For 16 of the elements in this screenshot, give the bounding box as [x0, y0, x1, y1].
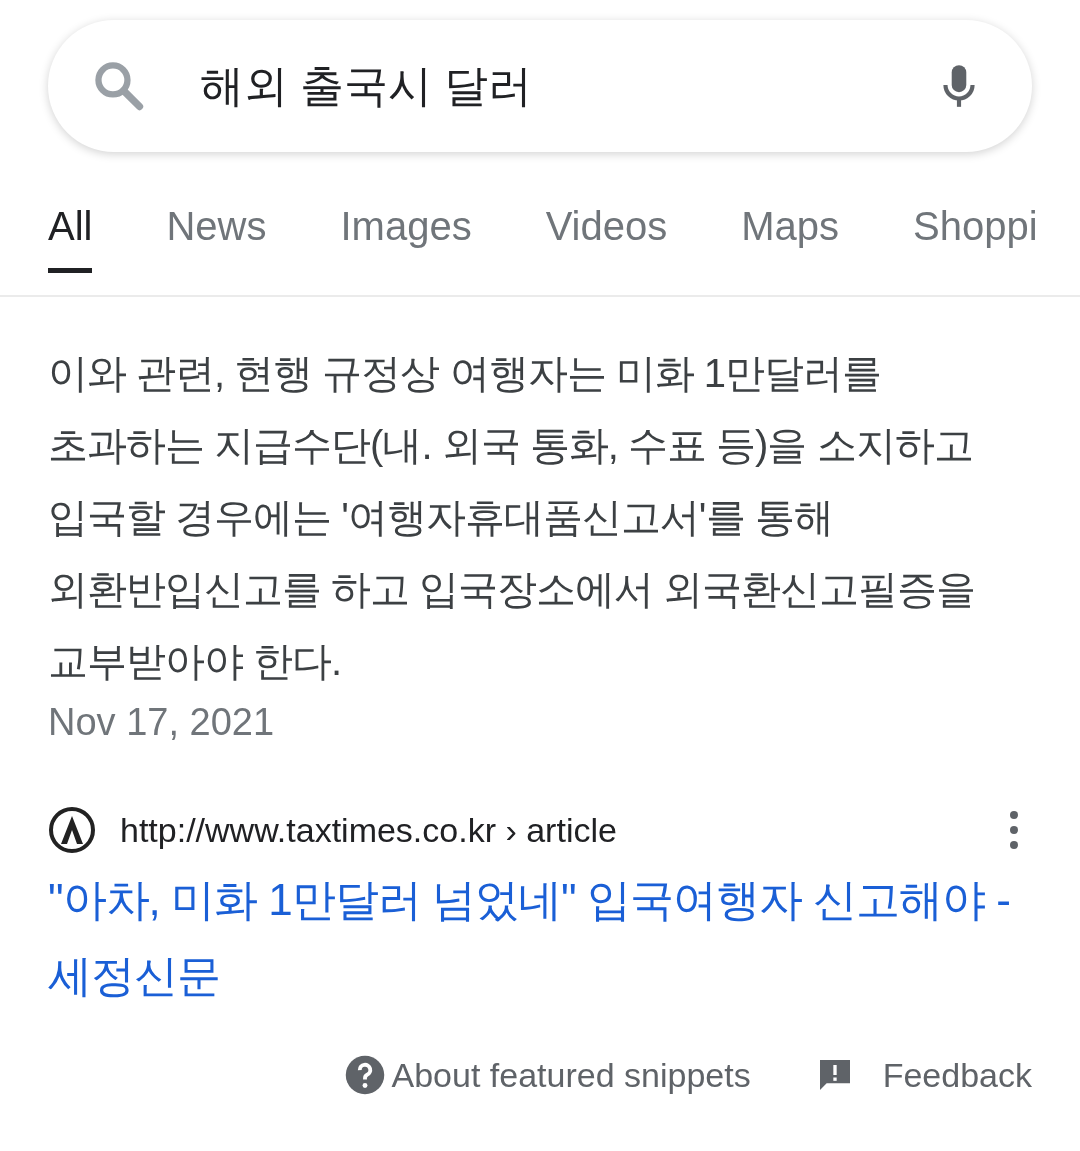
tab[interactable]: Images	[340, 152, 472, 273]
snippet-date: Nov 17, 2021	[48, 701, 276, 744]
about-snippets-link[interactable]: About featured snippets	[391, 1055, 751, 1095]
tab[interactable]: Shoppi	[913, 152, 1038, 273]
result-title-link[interactable]: "아차, 미화 1만달러 넘었네" 입국여행자 신고해야 - 세정신문	[48, 862, 1032, 1014]
site-logo-icon	[48, 806, 96, 854]
snippet-text: 이와 관련, 현행 규정상 여행자는 미화 1만달러를 초과하는 지급수단(내. 외국 통화, 수표 등)을 소지하고 입국할 경우에는 '여행자휴대품신고서'를 통해 외환반입신고를 하고 입국장소에서 외국환신고필증을 교부받아야 한다.	[48, 350, 977, 685]
help-icon[interactable]	[343, 1054, 386, 1096]
search-field[interactable]: 해외 출국시 달러	[48, 20, 1032, 152]
tab[interactable]: News	[166, 152, 267, 273]
more-options-icon[interactable]	[1008, 810, 1020, 850]
source-url[interactable]: http://www.taxtimes.co.kr › article	[120, 810, 1008, 850]
tab[interactable]: All	[48, 152, 93, 273]
feedback-link[interactable]: Feedback	[882, 1055, 1032, 1095]
tab[interactable]: Maps	[741, 152, 840, 273]
tab[interactable]: Videos	[545, 152, 668, 273]
